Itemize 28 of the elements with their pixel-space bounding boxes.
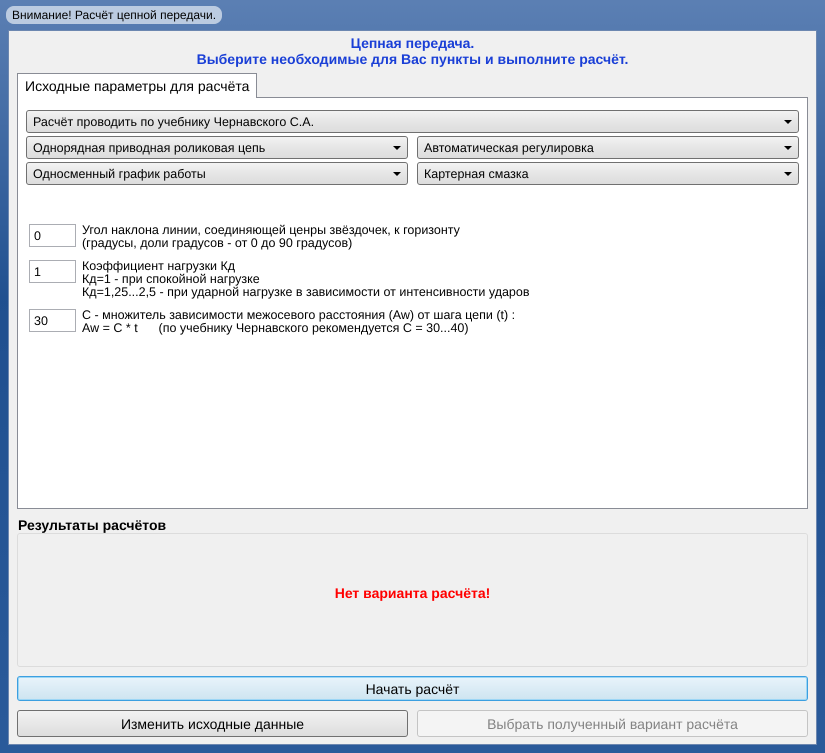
parameter-label: (градусы, доли градусов - от 0 до 90 градусов) <box>82 237 352 250</box>
parameter-label: Кд=1 - при спокойной нагрузке <box>82 273 261 286</box>
parameter-label: С - множитель зависимости межосевого расстояния (Aw) от шага цепи (t) : <box>82 309 516 322</box>
dropdown-arrow-icon <box>784 146 792 150</box>
start-button[interactable]: Начать расчёт <box>17 676 808 701</box>
dropdown[interactable]: Однорядная приводная роликовая цепь <box>26 136 408 159</box>
dropdown-arrow-icon <box>784 120 792 124</box>
parameter-label: Коэффициент нагрузки Кд <box>82 260 236 273</box>
dropdown-arrow-icon <box>393 172 401 176</box>
dropdown[interactable]: Картерная смазка <box>417 162 799 185</box>
status-message: Нет варианта расчёта! <box>334 585 490 601</box>
input-field[interactable]: 0 <box>29 224 76 247</box>
dropdown-arrow-icon <box>784 172 792 176</box>
parameter-label: Кд=1,25...2,5 - при ударной нагрузке в зависимости от интенсивности ударов <box>82 286 530 299</box>
header-text: Цепная передача. <box>350 35 476 51</box>
input-field[interactable]: 1 <box>29 260 76 283</box>
dropdown[interactable]: Расчёт проводить по учебнику Чернавского С.А. <box>26 110 799 133</box>
window-title: Внимание! Расчёт цепной передачи. <box>6 6 222 24</box>
tab[interactable]: Исходные параметры для расчёта <box>17 73 258 98</box>
parameter-label: Aw = C * t (по учебнику Чернавского рекомендуется С = 30...40) <box>82 322 469 335</box>
dropdown[interactable]: Односменный график работы <box>26 162 408 185</box>
dropdown-arrow-icon <box>393 146 401 150</box>
header-text: Выберите необходимые для Вас пункты и выполните расчёт. <box>196 51 630 67</box>
dropdown[interactable]: Автоматическая регулировка <box>417 136 799 159</box>
input-field[interactable]: 30 <box>29 309 76 332</box>
action-button[interactable]: Изменить исходные данные <box>17 710 408 737</box>
group-title: Результаты расчётов <box>17 517 168 533</box>
parameter-label: Угол наклона линии, соединяющей ценры звёздочек, к горизонту <box>82 224 460 237</box>
